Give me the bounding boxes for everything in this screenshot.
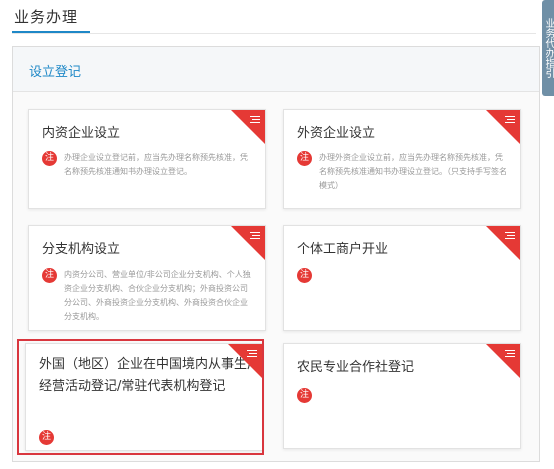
card-title: 农民专业合作社登记: [297, 360, 415, 375]
menu-lines-icon: [248, 232, 260, 240]
menu-lines-icon: [503, 350, 515, 358]
card-description: 办理外资企业设立前，应当先办理名称预先核准，凭名称预先核准通知书办理设立登记。（…: [319, 153, 507, 190]
note-badge-icon: 注: [297, 151, 312, 166]
panel-title: 设立登记: [29, 65, 82, 80]
card-foreign-enterprise[interactable]: 外资企业设立 注 办理外资企业设立前，应当先办理名称预先核准，凭名称预先核准通知…: [283, 109, 521, 209]
note-badge-icon: 注: [42, 268, 57, 283]
card-title: 内资企业设立: [42, 126, 121, 141]
card-branch-office[interactable]: 分支机构设立 注 内资分公司、营业单位/非公司企业分支机构、个人独资企业分支机构…: [28, 225, 266, 331]
menu-lines-icon: [503, 232, 515, 240]
card-description: 办理企业设立登记前，应当先办理名称预先核准，凭名称预先核准通知书办理设立登记。: [64, 153, 248, 176]
title-divider: [12, 33, 536, 34]
card-title: 个体工商户开业: [297, 242, 389, 257]
card-title: 分支机构设立: [42, 242, 121, 257]
side-guide-tab[interactable]: 业务代办指引: [542, 0, 554, 96]
card-domestic-enterprise[interactable]: 内资企业设立 注 办理企业设立登记前，应当先办理名称预先核准，凭名称预先核准通知…: [28, 109, 266, 209]
note-badge-icon: 注: [297, 388, 312, 403]
selection-highlight: [17, 339, 264, 455]
panel-header: 设立登记: [13, 47, 539, 92]
note-badge-icon: 注: [297, 268, 312, 283]
card-individual-business[interactable]: 个体工商户开业 注: [283, 225, 521, 331]
card-description: 内资分公司、营业单位/非公司企业分支机构、个人独资企业分支机构、合伙企业分支机构…: [64, 270, 251, 321]
menu-lines-icon: [503, 116, 515, 124]
menu-lines-icon: [248, 116, 260, 124]
card-title: 外资企业设立: [297, 126, 376, 141]
card-farmer-cooperative[interactable]: 农民专业合作社登记 注: [283, 343, 521, 449]
page-title: 业务办理: [14, 8, 79, 26]
note-badge-icon: 注: [42, 151, 57, 166]
